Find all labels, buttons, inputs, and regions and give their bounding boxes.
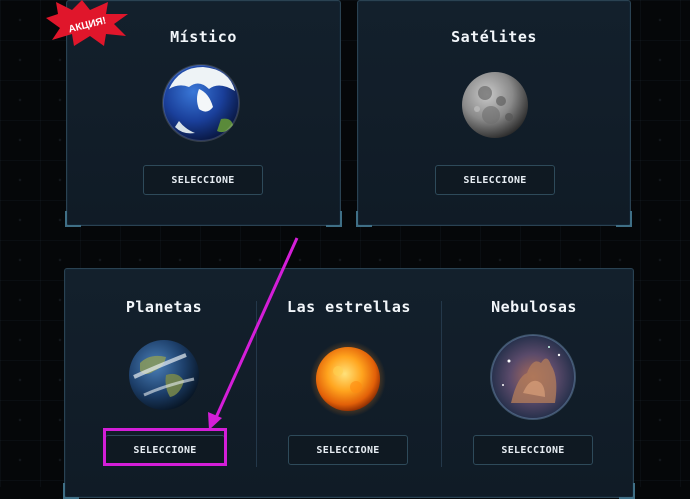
annotation-highlight-box <box>103 428 227 466</box>
annotation-arrow <box>208 237 299 430</box>
